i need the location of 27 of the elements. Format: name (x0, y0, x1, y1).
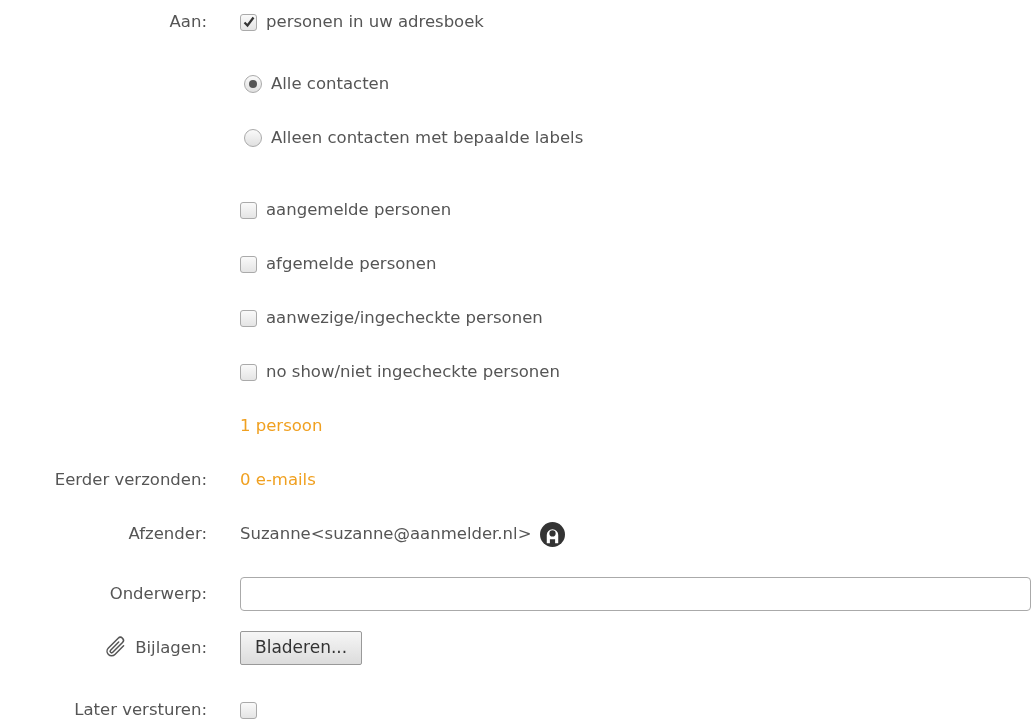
checkbox-label: no show/niet ingecheckte personen (266, 360, 560, 383)
field-label: Aan: (169, 10, 207, 33)
checkbox-label: aangemelde personen (266, 198, 452, 221)
subject-field[interactable] (240, 577, 1031, 611)
field-label: Afzender: (128, 522, 207, 545)
checkbox-label: afgemelde personen (266, 252, 437, 275)
radio-label: Alle contacten (271, 72, 390, 95)
radio-label: Alleen contacten met bepaalde labels (271, 126, 584, 149)
checkbox[interactable] (240, 363, 257, 381)
checkbox[interactable] (240, 201, 257, 219)
sent-count: 0 e-mails (240, 468, 316, 491)
sender-address: Suzanne<suzanne@aanmelder.nl> (240, 522, 532, 545)
field-label: Eerder verzonden: (54, 468, 207, 491)
user-icon[interactable] (540, 521, 566, 547)
checkbox-label: aanwezige/ingecheckte personen (266, 306, 543, 329)
checkbox-label: personen in uw adresboek (266, 10, 484, 33)
checkbox[interactable] (240, 255, 257, 273)
field-label: Later versturen: (74, 698, 207, 721)
field-label: Bijlagen: (135, 636, 207, 659)
checkbox[interactable] (240, 309, 257, 327)
checkbox[interactable] (240, 701, 257, 719)
recipient-count: 1 persoon (240, 414, 323, 437)
radio-button[interactable] (244, 75, 262, 93)
field-label: Onderwerp: (109, 582, 207, 605)
radio-button[interactable] (244, 129, 262, 147)
checkbox[interactable] (240, 13, 257, 31)
browse-button[interactable]: Bladeren... (240, 631, 363, 665)
